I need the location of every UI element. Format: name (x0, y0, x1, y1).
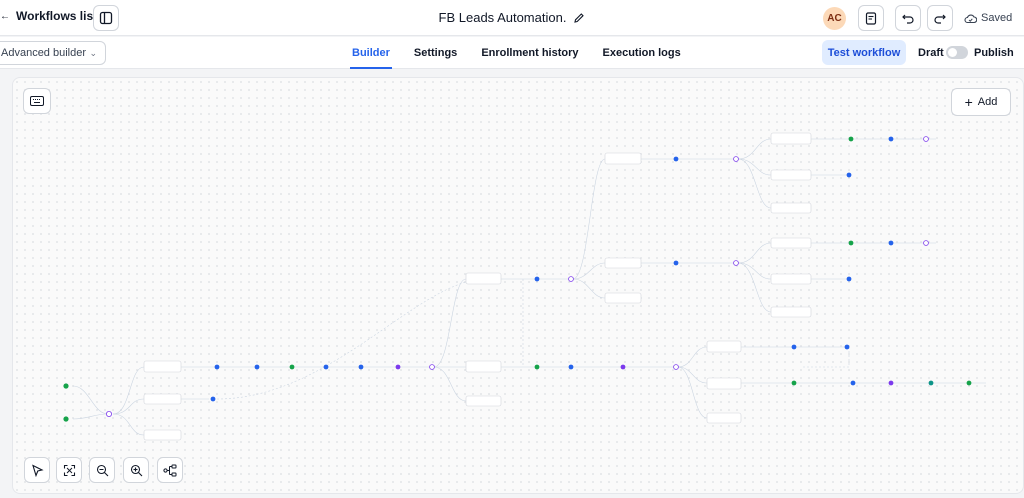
undo-icon (902, 14, 914, 24)
select-tool-button[interactable] (24, 457, 50, 483)
top-bar: ← Workflows list FB Leads Automation. AC… (0, 0, 1024, 36)
publish-toggle[interactable] (946, 46, 968, 59)
clipboard-icon (865, 12, 877, 25)
user-avatar[interactable]: AC (823, 7, 846, 30)
fit-view-icon (63, 464, 75, 476)
save-status: Saved (964, 12, 1012, 24)
redo-button[interactable] (927, 5, 953, 31)
auto-layout-button[interactable] (157, 457, 183, 483)
cloud-check-icon (964, 13, 977, 23)
plus-icon: + (964, 94, 973, 110)
save-status-label: Saved (981, 12, 1013, 24)
undo-button[interactable] (895, 5, 921, 31)
zoom-in-icon (130, 464, 142, 476)
tab-settings[interactable]: Settings (402, 37, 469, 69)
add-node-button[interactable]: + Add (951, 88, 1011, 116)
zoom-out-button[interactable] (89, 457, 115, 483)
edit-pencil-icon[interactable] (573, 12, 585, 24)
main-tabs: Builder Settings Enrollment history Exec… (340, 37, 693, 69)
sidebar-panel-icon (99, 11, 113, 25)
keyboard-shortcuts-button[interactable] (23, 88, 51, 114)
toggle-sidebar-button[interactable] (93, 5, 119, 31)
workflow-canvas[interactable]: + Add (12, 77, 1024, 494)
back-to-workflows-link[interactable]: ← Workflows list (0, 9, 97, 23)
zoom-in-button[interactable] (123, 457, 149, 483)
workflow-title[interactable]: FB Leads Automation. (439, 10, 567, 25)
tab-execution-logs[interactable]: Execution logs (591, 37, 693, 69)
draft-label: Draft (918, 47, 944, 59)
builder-mode-select[interactable]: Advanced builder ⌄ (0, 41, 106, 65)
test-workflow-button[interactable]: Test workflow (822, 40, 906, 65)
redo-icon (934, 14, 946, 24)
tab-builder[interactable]: Builder (340, 37, 402, 69)
auto-layout-icon (163, 464, 177, 476)
publish-label: Publish (974, 47, 1014, 59)
add-node-label: Add (977, 96, 998, 108)
zoom-out-icon (96, 464, 108, 476)
fit-view-button[interactable] (56, 457, 82, 483)
keyboard-icon (30, 96, 44, 106)
chevron-down-icon: ⌄ (89, 47, 97, 58)
builder-mode-value: Advanced builder (1, 47, 87, 59)
workflow-graph[interactable] (13, 78, 1024, 494)
workflow-notes-button[interactable] (858, 5, 884, 31)
back-arrow-icon: ← (0, 10, 10, 22)
back-label: Workflows list (16, 9, 98, 23)
sub-toolbar: Advanced builder ⌄ Builder Settings Enro… (0, 37, 1024, 69)
tab-enrollment-history[interactable]: Enrollment history (469, 37, 590, 69)
pointer-icon (31, 463, 44, 477)
